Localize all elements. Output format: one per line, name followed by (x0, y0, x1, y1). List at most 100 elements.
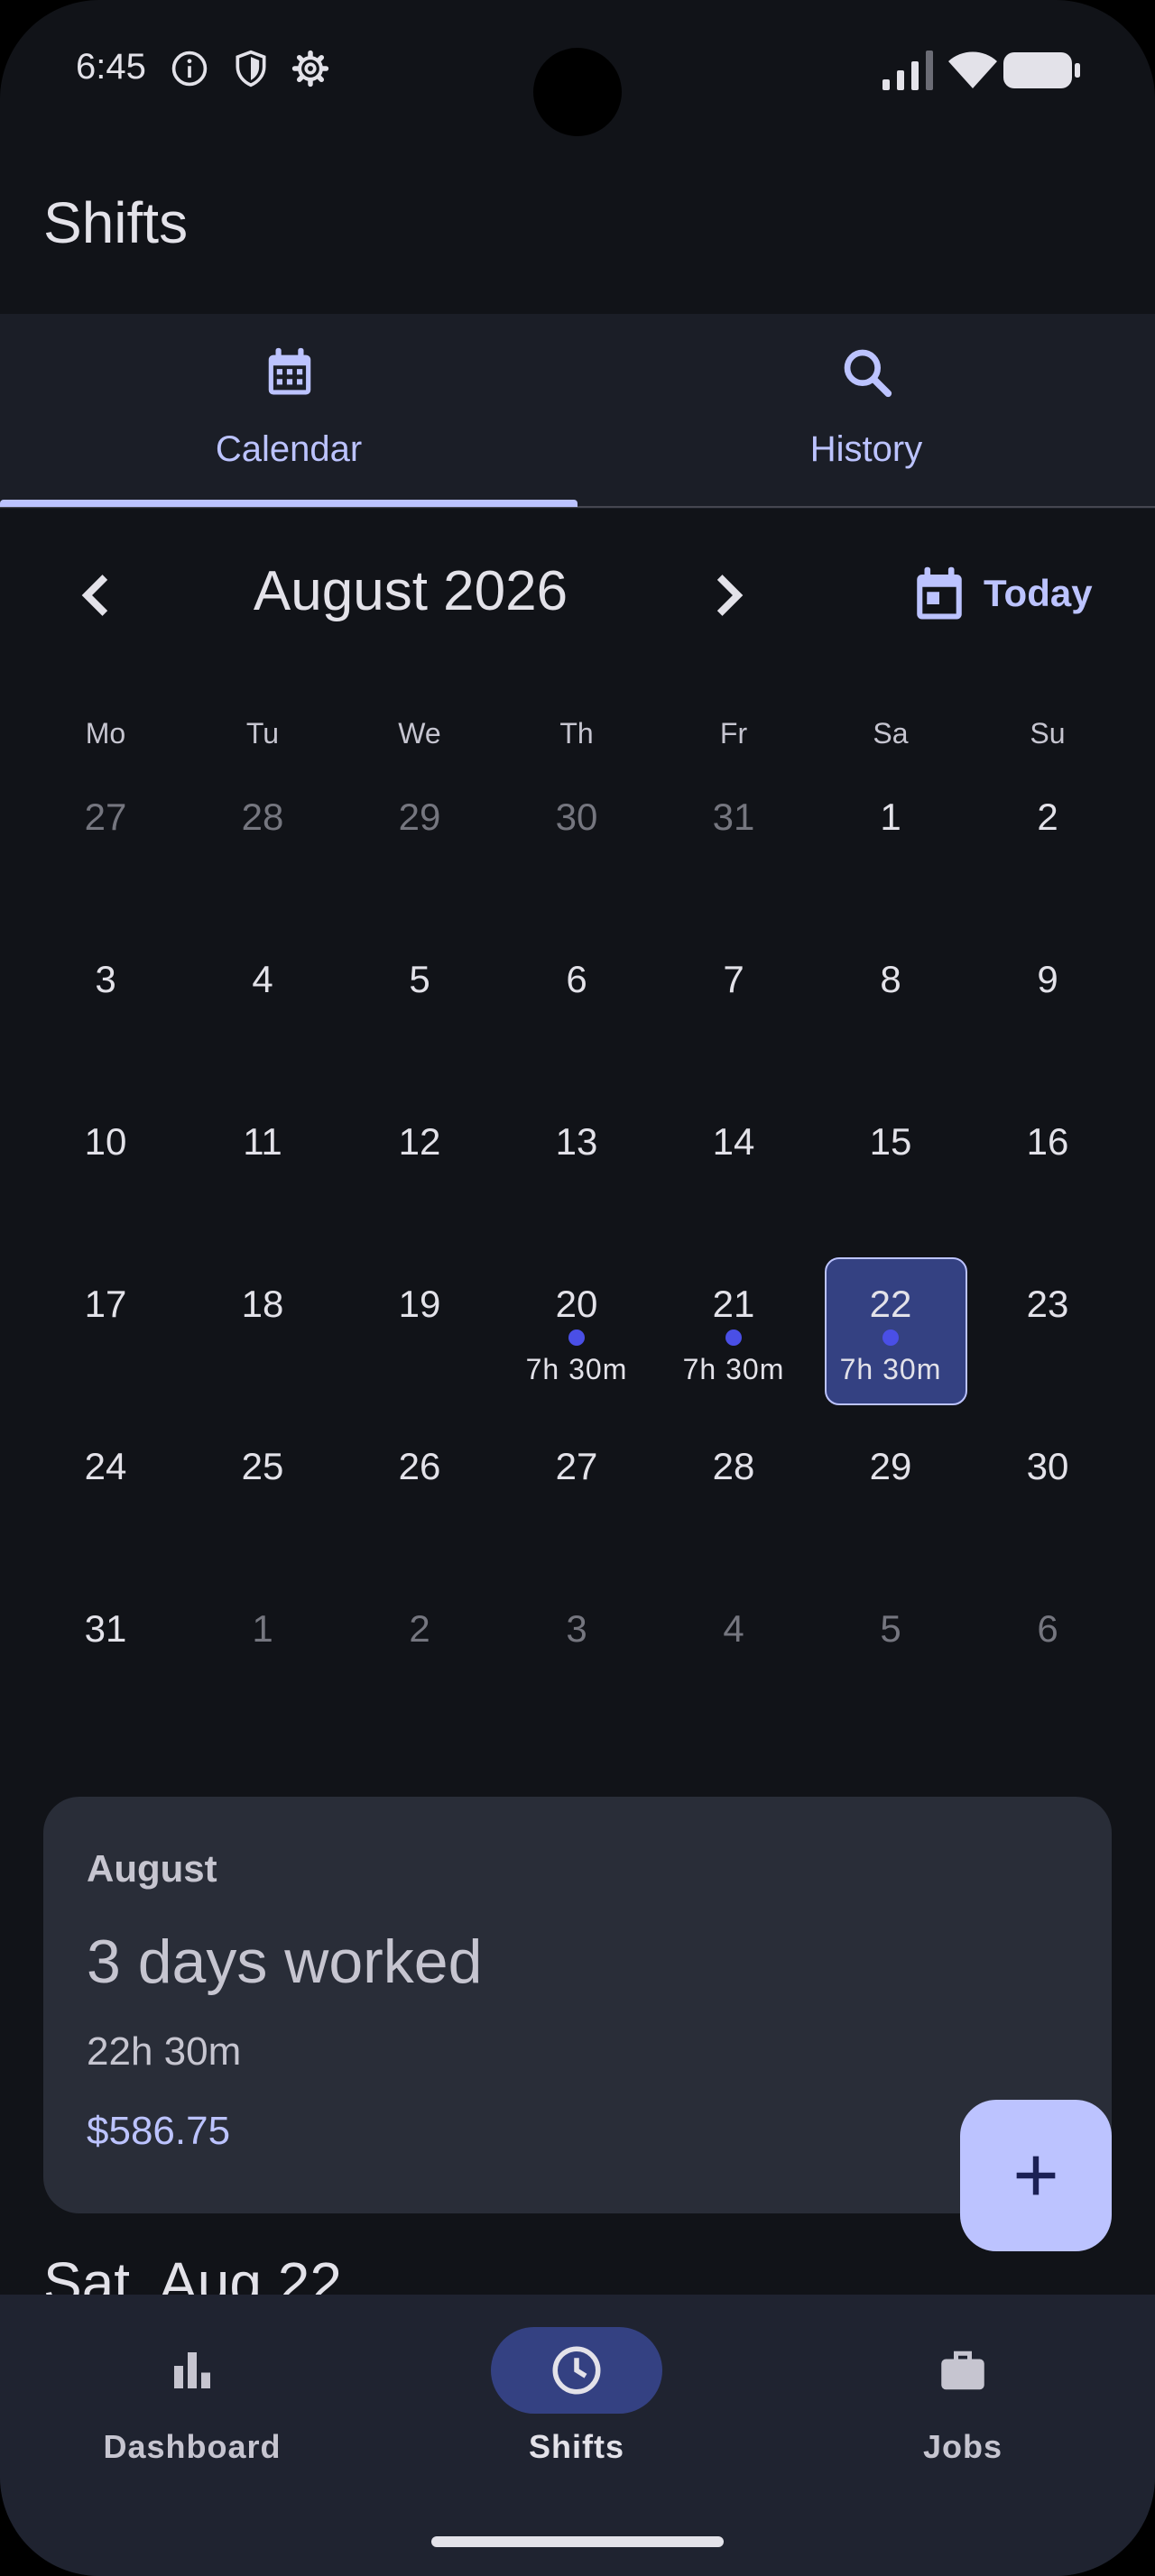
settings-gear-icon (291, 50, 329, 87)
calendar-day[interactable]: 6 (969, 1582, 1126, 1735)
calendar-day[interactable]: 11 (184, 1095, 341, 1248)
calendar-day[interactable]: 19 (341, 1257, 498, 1411)
day-number: 5 (409, 958, 430, 1000)
day-number: 28 (241, 796, 284, 838)
calendar-day[interactable]: 16 (969, 1095, 1126, 1248)
tab-history-label: History (809, 429, 923, 469)
day-number: 21 (712, 1283, 755, 1325)
calendar-day[interactable]: 4 (655, 1582, 812, 1735)
tab-bar: Calendar History (0, 314, 1155, 509)
day-number: 2 (409, 1607, 430, 1650)
weekday-label: We (398, 717, 441, 750)
calendar-day[interactable]: 20 7h 30m (498, 1257, 655, 1411)
calendar-day-selected[interactable]: 22 7h 30m (812, 1257, 969, 1411)
day-number: 3 (95, 958, 116, 1000)
calendar-day[interactable]: 31 (27, 1582, 184, 1735)
day-number: 6 (1037, 1607, 1058, 1650)
calendar-day[interactable]: 6 (498, 933, 655, 1086)
briefcase-icon (941, 2351, 984, 2390)
nav-item-shifts[interactable]: Shifts (384, 2295, 769, 2493)
calendar-day[interactable]: 2 (969, 770, 1126, 924)
calendar-day[interactable]: 8 (812, 933, 969, 1086)
calendar-day[interactable]: 27 (498, 1420, 655, 1573)
signal-icon (882, 51, 933, 90)
nav-item-dashboard[interactable]: Dashboard (0, 2295, 384, 2493)
nav-label-shifts: Shifts (528, 2428, 624, 2465)
calendar-day[interactable]: 3 (27, 933, 184, 1086)
add-shift-button[interactable] (960, 2100, 1112, 2251)
shift-indicator-dot (568, 1329, 585, 1346)
calendar-day[interactable]: 23 (969, 1257, 1126, 1411)
day-number: 3 (566, 1607, 587, 1650)
info-icon (171, 51, 208, 87)
day-number: 24 (84, 1445, 127, 1487)
calendar-icon (268, 347, 311, 395)
day-number: 9 (1037, 958, 1058, 1000)
day-number: 29 (398, 796, 441, 838)
weekday-label: Tu (245, 717, 280, 750)
calendar-day[interactable]: 12 (341, 1095, 498, 1248)
calendar-day[interactable]: 14 (655, 1095, 812, 1248)
shift-indicator-dot (882, 1329, 899, 1346)
calendar-day[interactable]: 5 (341, 933, 498, 1086)
day-number: 11 (243, 1120, 282, 1163)
tab-indicator (0, 500, 578, 507)
day-hours: 7h 30m (525, 1353, 628, 1385)
tab-calendar-label: Calendar (215, 429, 363, 469)
calendar-day[interactable]: 29 (341, 770, 498, 924)
chevron-left-icon[interactable] (61, 559, 134, 631)
weekday-label: Su (1030, 717, 1066, 750)
calendar-day[interactable]: 9 (969, 933, 1126, 1086)
bottom-navigation: Dashboard Shifts Jobs (0, 2295, 1155, 2576)
summary-hours: 22h 30m (87, 2029, 242, 2074)
calendar-day[interactable]: 25 (184, 1420, 341, 1573)
day-number: 18 (241, 1283, 284, 1325)
calendar-day[interactable]: 3 (498, 1582, 655, 1735)
weekday-label: Fr (719, 717, 748, 750)
calendar-day[interactable]: 30 (969, 1420, 1126, 1573)
calendar-day[interactable]: 10 (27, 1095, 184, 1248)
plus-icon (1016, 2156, 1056, 2195)
calendar-day[interactable]: 28 (184, 770, 341, 924)
calendar-day[interactable]: 15 (812, 1095, 969, 1248)
clock-icon (552, 2346, 601, 2395)
day-number: 29 (869, 1445, 912, 1487)
calendar-day[interactable]: 21 7h 30m (655, 1257, 812, 1411)
tab-calendar[interactable]: Calendar (0, 314, 578, 507)
summary-month: August (87, 1847, 217, 1890)
wifi-icon (948, 51, 997, 88)
calendar-day[interactable]: 13 (498, 1095, 655, 1248)
day-number: 1 (880, 796, 901, 838)
calendar-day[interactable]: 1 (812, 770, 969, 924)
status-time: 6:45 (76, 47, 146, 87)
calendar-day[interactable]: 27 (27, 770, 184, 924)
calendar-day[interactable]: 2 (341, 1582, 498, 1735)
nav-item-jobs[interactable]: Jobs (771, 2295, 1155, 2493)
page-title: Shifts (43, 190, 189, 255)
chevron-right-icon[interactable] (691, 559, 763, 631)
calendar-day[interactable]: 30 (498, 770, 655, 924)
calendar-day[interactable]: 4 (184, 933, 341, 1086)
day-number: 1 (252, 1607, 273, 1650)
day-number: 4 (252, 958, 273, 1000)
calendar-day[interactable]: 18 (184, 1257, 341, 1411)
day-number: 31 (84, 1607, 127, 1650)
calendar-day[interactable]: 5 (812, 1582, 969, 1735)
calendar-day[interactable]: 29 (812, 1420, 969, 1573)
day-number: 5 (880, 1607, 901, 1650)
day-number: 26 (398, 1445, 441, 1487)
day-number: 13 (555, 1120, 598, 1163)
calendar-day[interactable]: 31 (655, 770, 812, 924)
calendar-day[interactable]: 26 (341, 1420, 498, 1573)
day-hours: 7h 30m (682, 1353, 785, 1385)
calendar-day[interactable]: 7 (655, 933, 812, 1086)
day-number: 2 (1037, 796, 1058, 838)
day-number: 22 (869, 1283, 912, 1325)
calendar-day[interactable]: 17 (27, 1257, 184, 1411)
calendar-day[interactable]: 1 (184, 1582, 341, 1735)
nav-label-jobs: Jobs (922, 2428, 1003, 2465)
day-number: 27 (84, 796, 127, 838)
calendar-day[interactable]: 28 (655, 1420, 812, 1573)
tab-history[interactable]: History (578, 314, 1155, 507)
calendar-day[interactable]: 24 (27, 1420, 184, 1573)
